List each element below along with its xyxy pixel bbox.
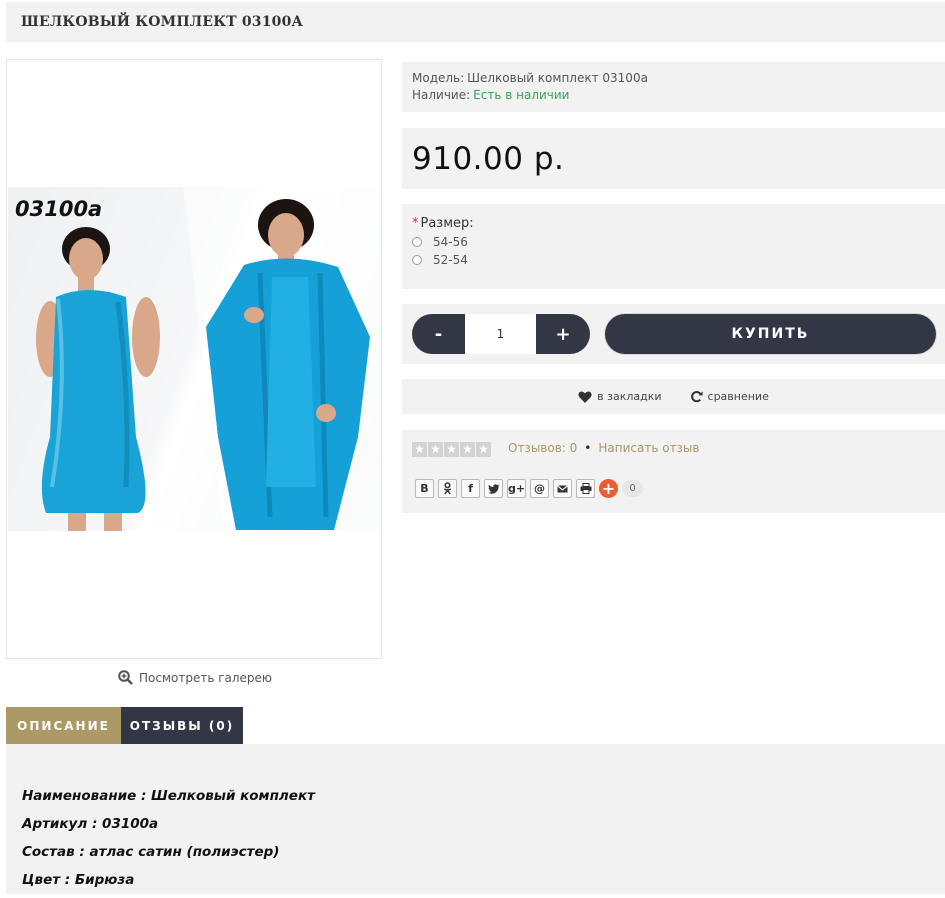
star-icon: ★ <box>460 442 475 457</box>
compare-label: сравнение <box>707 390 769 403</box>
size-radio[interactable] <box>412 237 422 247</box>
description-line-article: Артикул : 03100а <box>22 816 159 832</box>
description-line-composition: Состав : атлас сатин (полиэстер) <box>22 844 280 860</box>
zoom-in-icon <box>118 670 133 685</box>
rating-stars: ★ ★ ★ ★ ★ <box>412 442 492 457</box>
reviews-count-link[interactable]: Отзывов: 0 <box>508 441 577 455</box>
print-button[interactable] <box>576 479 595 498</box>
twitter-share-button[interactable] <box>484 479 503 498</box>
star-icon: ★ <box>444 442 459 457</box>
product-image-frame[interactable]: 03100a <box>6 59 382 659</box>
model-value: Шелковый комплект 03100а <box>467 71 648 85</box>
buy-button[interactable]: КУПИТЬ <box>605 314 936 354</box>
title-bar: ШЕЛКОВЫЙ КОМПЛЕКТ 03100А <box>6 2 945 42</box>
quantity-decrease-button[interactable]: - <box>412 314 465 354</box>
add-to-compare-button[interactable]: сравнение <box>690 390 769 403</box>
stock-value: Есть в наличии <box>473 88 570 102</box>
required-mark: * <box>412 216 419 231</box>
mail-ru-share-button[interactable]: @ <box>530 479 549 498</box>
share-buttons: В f g+ @ + 0 <box>415 479 643 498</box>
refresh-icon <box>690 390 703 403</box>
review-share-panel: ★ ★ ★ ★ ★ Отзывов: 0 • Написать отзыв В … <box>402 430 945 513</box>
description-panel: Наименование : Шелковый комплект Артикул… <box>6 744 945 894</box>
size-option-label: 54-56 <box>433 235 468 249</box>
separator: • <box>584 441 592 455</box>
model-row: Модель: Шелковый комплект 03100а <box>412 70 935 87</box>
size-option-label: 52-54 <box>433 253 468 267</box>
more-share-button[interactable]: + <box>599 479 618 498</box>
quantity-input[interactable] <box>465 314 536 354</box>
product-actions: в закладки сравнение <box>402 379 945 414</box>
tab-description[interactable]: ОПИСАНИЕ <box>6 707 121 744</box>
twitter-icon <box>487 483 499 494</box>
product-photo[interactable]: 03100a <box>8 187 381 531</box>
stock-row: Наличие: Есть в наличии <box>412 87 935 104</box>
size-label: Размер: <box>420 216 474 231</box>
tab-reviews[interactable]: ОТЗЫВЫ (0) <box>121 707 243 744</box>
price-panel: 910.00 р. <box>402 128 945 189</box>
facebook-share-button[interactable]: f <box>461 479 480 498</box>
odnoklassniki-icon <box>443 482 452 495</box>
star-icon: ★ <box>476 442 491 457</box>
size-option-52-54[interactable]: 52-54 <box>412 253 935 267</box>
photo-code-label: 03100a <box>15 197 103 221</box>
product-info: Модель: Шелковый комплект 03100а Наличие:… <box>402 62 945 112</box>
product-photo-graphic <box>36 187 381 531</box>
product-price: 910.00 р. <box>412 140 565 177</box>
wishlist-label: в закладки <box>597 390 662 403</box>
google-plus-share-button[interactable]: g+ <box>507 479 526 498</box>
heart-icon <box>578 391 592 403</box>
envelope-icon <box>557 484 568 492</box>
email-share-button[interactable] <box>553 479 572 498</box>
vkontakte-share-button[interactable]: В <box>415 479 434 498</box>
odnoklassniki-share-button[interactable] <box>438 479 457 498</box>
size-option-54-56[interactable]: 54-56 <box>412 235 935 249</box>
star-icon: ★ <box>412 442 427 457</box>
size-radio[interactable] <box>412 255 422 265</box>
quantity-increase-button[interactable]: + <box>536 314 590 354</box>
purchase-panel: - + КУПИТЬ <box>402 304 945 364</box>
model-label: Модель: <box>412 71 465 85</box>
view-gallery-label: Посмотреть галерею <box>139 670 273 685</box>
share-counter: 0 <box>622 480 643 497</box>
add-to-wishlist-button[interactable]: в закладки <box>578 390 662 403</box>
star-icon: ★ <box>428 442 443 457</box>
size-label-row: * Размер: <box>412 216 935 231</box>
page-title: ШЕЛКОВЫЙ КОМПЛЕКТ 03100А <box>21 14 304 30</box>
description-line-name: Наименование : Шелковый комплект <box>22 788 315 804</box>
review-links: Отзывов: 0 • Написать отзыв <box>508 441 699 455</box>
printer-icon <box>580 483 591 494</box>
size-option-panel: * Размер: 54-56 52-54 <box>402 204 945 289</box>
write-review-link[interactable]: Написать отзыв <box>598 441 699 455</box>
stock-label: Наличие: <box>412 88 471 102</box>
view-gallery-link[interactable]: Посмотреть галерею <box>118 670 272 685</box>
